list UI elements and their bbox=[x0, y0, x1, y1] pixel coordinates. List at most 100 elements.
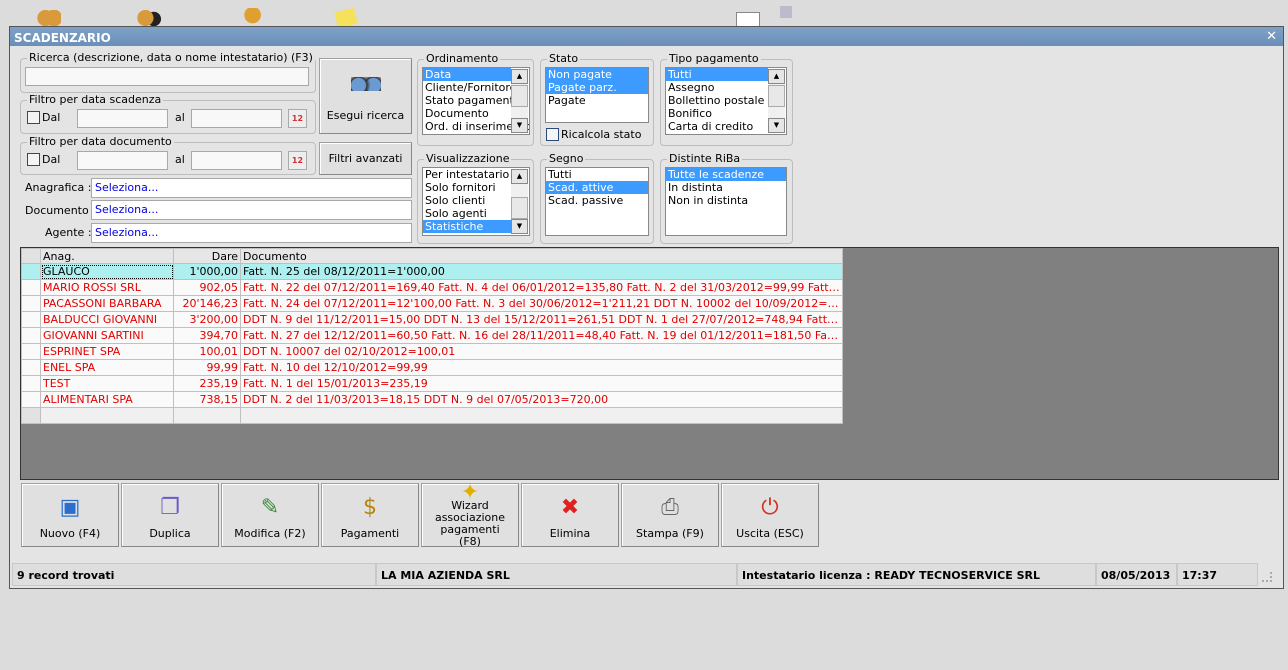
table-row[interactable]: PACASSONI BARBARA 20'146,23 Fatt. N. 24 de… bbox=[21, 295, 843, 312]
cell-dare[interactable]: 20'146,23 bbox=[173, 295, 241, 312]
filter-documento-to-input[interactable] bbox=[191, 151, 282, 170]
list-option[interactable]: Stato pagamento bbox=[423, 94, 521, 107]
documento-select[interactable]: Seleziona... bbox=[91, 200, 412, 220]
toolbar-button-new-folder[interactable]: ▣ Nuovo (F4) bbox=[21, 483, 119, 547]
advanced-filters-button[interactable]: Filtri avanzati bbox=[319, 142, 412, 175]
filter-documento-checkbox[interactable] bbox=[27, 153, 40, 166]
cell-anag[interactable]: BALDUCCI GIOVANNI bbox=[40, 311, 174, 328]
scrollbar[interactable]: ▲ ▼ bbox=[768, 69, 785, 133]
scadenze-grid[interactable]: Anag. Dare Documento GLAUCO 1'000,00 Fatt.… bbox=[20, 247, 1279, 480]
cell-dare[interactable]: 235,19 bbox=[173, 375, 241, 392]
search-input[interactable] bbox=[25, 67, 309, 86]
cell-documento[interactable]: DDT N. 10007 del 02/10/2012=100,01 bbox=[240, 343, 843, 360]
list-option[interactable]: Pagate bbox=[546, 94, 648, 107]
row-selector[interactable] bbox=[21, 359, 41, 376]
cell-dare[interactable]: 738,15 bbox=[173, 391, 241, 408]
scroll-up-icon[interactable]: ▲ bbox=[511, 169, 528, 184]
column-header-documento[interactable]: Documento bbox=[240, 248, 843, 264]
filter-scadenza-checkbox[interactable] bbox=[27, 111, 40, 124]
list-option[interactable]: Solo fornitori bbox=[423, 181, 511, 194]
list-option[interactable]: Statistiche bbox=[423, 220, 511, 233]
row-selector[interactable] bbox=[21, 311, 41, 328]
table-row[interactable]: ENEL SPA 99,99 Fatt. N. 10 del 12/10/2012=… bbox=[21, 359, 843, 376]
cell-documento[interactable]: Fatt. N. 27 del 12/12/2011=60,50 Fatt. N… bbox=[240, 327, 843, 344]
cell-documento[interactable]: Fatt. N. 24 del 07/12/2011=12'100,00 Fat… bbox=[240, 295, 843, 312]
list-option[interactable]: Carta di credito bbox=[666, 120, 768, 133]
row-selector[interactable] bbox=[21, 327, 41, 344]
desktop-icon-script[interactable] bbox=[780, 6, 792, 18]
cell-dare[interactable]: 99,99 bbox=[173, 359, 241, 376]
scroll-up-icon[interactable]: ▲ bbox=[768, 69, 785, 84]
cell-anag[interactable]: ENEL SPA bbox=[40, 359, 174, 376]
scrollbar[interactable]: ▲ ▼ bbox=[511, 69, 528, 133]
cell-anag[interactable]: GIOVANNI SARTINI bbox=[40, 327, 174, 344]
anagrafica-select[interactable]: Seleziona... bbox=[91, 178, 412, 198]
visualizzazione-list[interactable]: Per intestatario Solo fornitori Solo clien… bbox=[422, 167, 530, 236]
list-option[interactable]: Solo clienti bbox=[423, 194, 511, 207]
scroll-thumb[interactable] bbox=[768, 85, 785, 107]
list-option[interactable]: Scad. attive bbox=[546, 181, 648, 194]
cell-dare[interactable]: 1'000,00 bbox=[173, 263, 241, 280]
list-option[interactable]: Bonifico bbox=[666, 107, 768, 120]
scrollbar[interactable]: ▲ ▼ bbox=[511, 169, 528, 234]
table-row[interactable]: ESPRINET SPA 100,01 DDT N. 10007 del 02/10… bbox=[21, 343, 843, 360]
cell-documento[interactable]: Fatt. N. 1 del 15/01/2013=235,19 bbox=[240, 375, 843, 392]
cell-dare[interactable]: 394,70 bbox=[173, 327, 241, 344]
list-option[interactable]: Scad. passive bbox=[546, 194, 648, 207]
cell-dare[interactable]: 902,05 bbox=[173, 279, 241, 296]
list-option[interactable]: Non pagate bbox=[546, 68, 648, 81]
calendar-icon[interactable]: 12 bbox=[288, 109, 307, 128]
filter-scadenza-to-input[interactable] bbox=[191, 109, 282, 128]
list-option[interactable]: Cliente/Fornitore bbox=[423, 81, 516, 94]
table-row[interactable]: GIOVANNI SARTINI 394,70 Fatt. N. 27 del 12… bbox=[21, 327, 843, 344]
list-option[interactable]: Tutti bbox=[666, 68, 768, 81]
row-selector[interactable] bbox=[21, 263, 41, 280]
table-row[interactable]: BALDUCCI GIOVANNI 3'200,00 DDT N. 9 del 11… bbox=[21, 311, 843, 328]
column-header-dare[interactable]: Dare bbox=[173, 248, 241, 264]
row-selector[interactable] bbox=[21, 407, 41, 424]
row-selector[interactable] bbox=[21, 343, 41, 360]
cell-documento[interactable]: Fatt. N. 25 del 08/12/2011=1'000,00 bbox=[240, 263, 843, 280]
stato-list[interactable]: Non pagate Pagate parz. Pagate bbox=[545, 67, 649, 123]
list-option[interactable]: Data bbox=[423, 68, 511, 81]
cell-documento[interactable]: DDT N. 2 del 11/03/2013=18,15 DDT N. 9 d… bbox=[240, 391, 843, 408]
scroll-down-icon[interactable]: ▼ bbox=[768, 118, 785, 133]
close-icon[interactable]: ✕ bbox=[1266, 29, 1277, 44]
cell-anag[interactable]: ESPRINET SPA bbox=[40, 343, 174, 360]
toolbar-button-edit[interactable]: ✎ Modifica (F2) bbox=[221, 483, 319, 547]
list-option[interactable]: Tutte le scadenze bbox=[666, 168, 786, 181]
table-row[interactable]: MARIO ROSSI SRL 902,05 Fatt. N. 22 del 07/… bbox=[21, 279, 843, 296]
scroll-down-icon[interactable]: ▼ bbox=[511, 219, 528, 234]
search-button[interactable]: Esegui ricerca bbox=[319, 58, 412, 134]
toolbar-button-printer[interactable]: ⎙ Stampa (F9) bbox=[621, 483, 719, 547]
desktop-icon-agents[interactable] bbox=[237, 8, 261, 28]
row-selector[interactable] bbox=[21, 375, 41, 392]
scroll-down-icon[interactable]: ▼ bbox=[511, 118, 528, 133]
row-selector[interactable] bbox=[21, 295, 41, 312]
filter-documento-from-input[interactable] bbox=[77, 151, 168, 170]
row-selector[interactable] bbox=[21, 279, 41, 296]
table-row-empty[interactable] bbox=[21, 407, 843, 424]
list-option[interactable]: Solo agenti bbox=[423, 207, 511, 220]
table-row[interactable]: GLAUCO 1'000,00 Fatt. N. 25 del 08/12/2011… bbox=[21, 263, 843, 280]
scroll-up-icon[interactable]: ▲ bbox=[511, 69, 528, 84]
cell-dare[interactable]: 3'200,00 bbox=[173, 311, 241, 328]
list-option[interactable]: In distinta bbox=[666, 181, 786, 194]
scroll-thumb[interactable] bbox=[511, 197, 528, 219]
list-option[interactable]: Pagate parz. bbox=[546, 81, 648, 94]
list-option[interactable]: Ord. di inserimento bbox=[423, 120, 529, 133]
cell-documento[interactable]: Fatt. N. 22 del 07/12/2011=169,40 Fatt. … bbox=[240, 279, 843, 296]
cell-dare[interactable]: 100,01 bbox=[173, 343, 241, 360]
cell-anag[interactable]: PACASSONI BARBARA bbox=[40, 295, 174, 312]
distinte-riba-list[interactable]: Tutte le scadenze In distinta Non in disti… bbox=[665, 167, 787, 236]
table-row[interactable]: TEST 235,19 Fatt. N. 1 del 15/01/2013=235,… bbox=[21, 375, 843, 392]
table-row[interactable]: ALIMENTARI SPA 738,15 DDT N. 2 del 11/03/2… bbox=[21, 391, 843, 408]
calendar-icon[interactable]: 12 bbox=[288, 151, 307, 170]
ordinamento-list[interactable]: Data Cliente/Fornitore Stato pagamento Docu… bbox=[422, 67, 530, 135]
row-selector[interactable] bbox=[21, 391, 41, 408]
list-option[interactable]: Non in distinta bbox=[666, 194, 786, 207]
cell-documento[interactable]: Fatt. N. 10 del 12/10/2012=99,99 bbox=[240, 359, 843, 376]
filter-scadenza-from-input[interactable] bbox=[77, 109, 168, 128]
toolbar-button-wizard[interactable]: ✦ Wizard associazione pagamenti (F8) bbox=[421, 480, 519, 548]
resize-grip-icon[interactable] bbox=[1262, 572, 1272, 582]
